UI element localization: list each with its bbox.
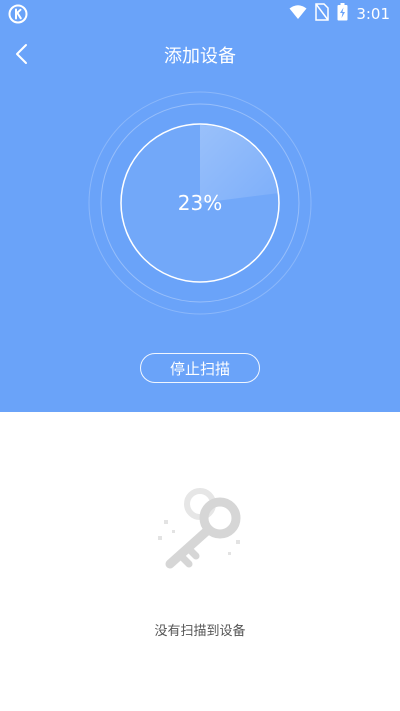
scan-panel: 3:01 添加设备 23% 停止扫描 — [0, 0, 400, 412]
no-sim-icon — [315, 3, 330, 25]
wifi-icon — [289, 4, 307, 24]
status-icons: 3:01 — [289, 3, 390, 25]
empty-message: 没有扫描到设备 — [154, 624, 246, 639]
keys-icon — [140, 478, 260, 598]
status-bar: 3:01 — [0, 0, 400, 28]
status-time: 3:01 — [356, 5, 390, 23]
add-device-screen: 3:01 添加设备 23% 停止扫描 没有扫描到设备 — [0, 0, 400, 711]
page-title: 添加设备 — [164, 46, 236, 67]
scan-progress: 23% — [85, 88, 315, 318]
stop-scan-button[interactable]: 停止扫描 — [140, 353, 260, 383]
app-logo-icon — [8, 4, 28, 24]
nav-bar: 添加设备 — [0, 28, 400, 80]
progress-percent: 23% — [177, 191, 223, 215]
battery-charging-icon — [337, 3, 348, 25]
